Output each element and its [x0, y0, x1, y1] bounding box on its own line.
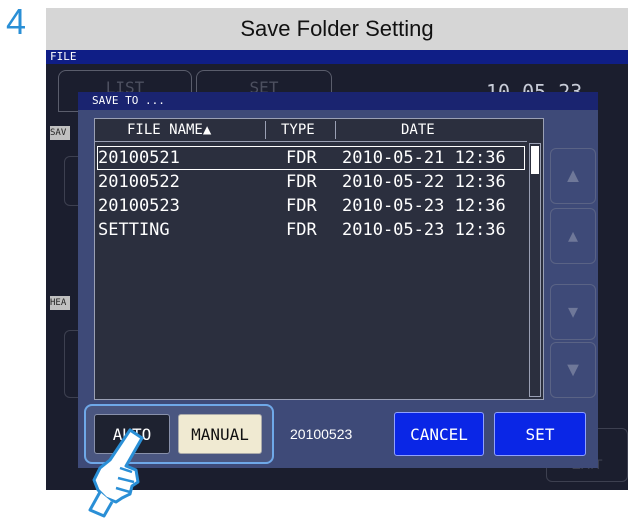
column-divider — [265, 121, 266, 139]
folder-date: 2010-05-22 12:36 — [342, 172, 506, 192]
folder-list: FILE NAME▲ TYPE DATE 20100521 FDR 2010-0… — [94, 118, 544, 400]
selected-folder-name: 20100523 — [290, 426, 353, 442]
column-header-type[interactable]: TYPE — [281, 119, 315, 141]
folder-name: 20100521 — [98, 148, 180, 168]
pointing-hand-icon — [88, 428, 144, 518]
list-scrollbar[interactable] — [529, 143, 541, 397]
scroll-down-icon[interactable]: ▾ — [550, 284, 596, 340]
scroll-up-icon[interactable]: ▴ — [550, 208, 596, 264]
scroll-bottom-icon[interactable]: ▼ — [550, 342, 596, 398]
dialog-title: SAVE TO ... — [78, 92, 598, 110]
column-header-date[interactable]: DATE — [401, 119, 435, 141]
panel-title: Save Folder Setting — [46, 8, 628, 50]
list-item[interactable]: 20100521 FDR 2010-05-21 12:36 — [97, 146, 525, 170]
folder-date: 2010-05-23 12:36 — [342, 220, 506, 240]
app-bar: FILE — [46, 50, 628, 64]
list-header: FILE NAME▲ TYPE DATE — [95, 119, 527, 142]
column-divider — [335, 121, 336, 139]
folder-name: 20100523 — [98, 196, 180, 216]
set-button[interactable]: SET — [494, 412, 586, 456]
scrollbar-thumb[interactable] — [531, 146, 539, 174]
cancel-button[interactable]: CANCEL — [394, 412, 484, 456]
folder-date: 2010-05-21 12:36 — [342, 148, 506, 168]
folder-type: FDR — [286, 148, 317, 168]
folder-name: 20100522 — [98, 172, 180, 192]
folder-date: 2010-05-23 12:36 — [342, 196, 506, 216]
folder-type: FDR — [286, 172, 317, 192]
header-section-label: HEA — [50, 296, 70, 310]
scroll-top-icon[interactable]: ▲ — [550, 148, 596, 204]
folder-name: SETTING — [98, 220, 170, 240]
folder-type: FDR — [286, 196, 317, 216]
manual-button[interactable]: MANUAL — [178, 414, 262, 454]
save-section-label: SAV — [50, 126, 70, 140]
folder-type: FDR — [286, 220, 317, 240]
step-number: 4 — [6, 1, 27, 42]
list-item[interactable]: 20100522 FDR 2010-05-22 12:36 — [98, 171, 524, 193]
column-header-name[interactable]: FILE NAME▲ — [127, 119, 211, 141]
list-item[interactable]: 20100523 FDR 2010-05-23 12:36 — [98, 195, 524, 217]
list-item[interactable]: SETTING FDR 2010-05-23 12:36 — [98, 219, 524, 241]
save-to-dialog: SAVE TO ... FILE NAME▲ TYPE DATE 2010052… — [78, 92, 598, 468]
